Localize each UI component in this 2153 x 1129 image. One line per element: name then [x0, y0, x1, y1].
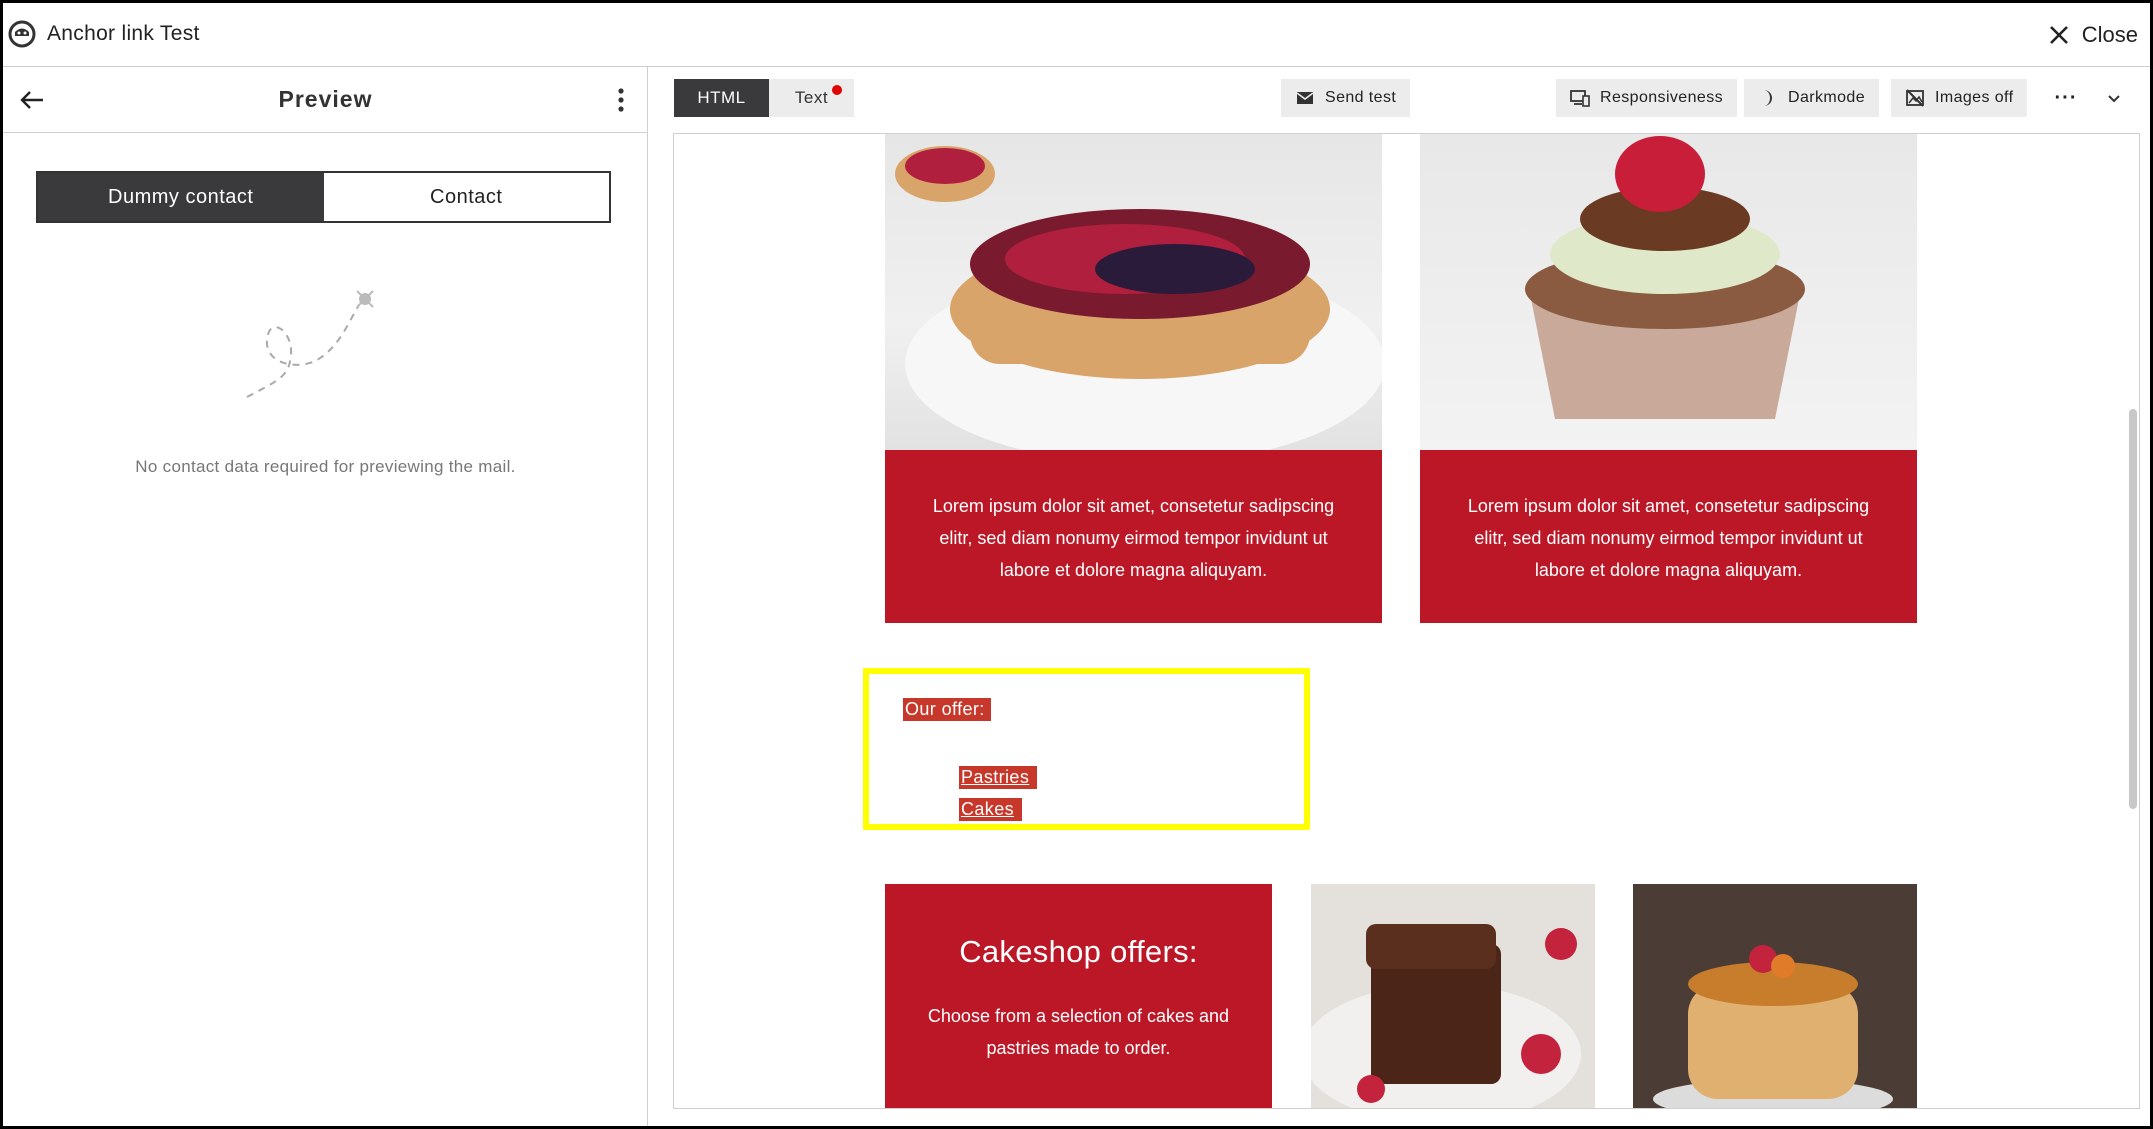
image-off-icon: [1906, 89, 1924, 107]
card-1-text: Lorem ipsum dolor sit amet, consetetur s…: [932, 496, 1335, 580]
contact-toggle: Dummy contact Contact: [36, 171, 611, 223]
anchor-highlight-box: Our offer: Pastries Cakes: [863, 668, 1310, 830]
cakeshop-text: Choose from a selection of cakes and pas…: [927, 1006, 1230, 1058]
chevron-down-icon: [2108, 95, 2120, 103]
send-test-button[interactable]: Send test: [1281, 79, 1411, 117]
darkmode-label: Darkmode: [1788, 89, 1866, 106]
description-card-1: Lorem ipsum dolor sit amet, consetetur s…: [885, 450, 1382, 623]
cakeshop-title: Cakeshop offers:: [959, 934, 1198, 969]
more-options-button[interactable]: ···: [2049, 81, 2083, 115]
send-test-label: Send test: [1325, 89, 1397, 106]
berry-tart-illustration: [895, 146, 1382, 450]
berry-tart-image: [885, 134, 1382, 450]
brownie-image: [1311, 884, 1595, 1108]
sidebar-header: Preview: [3, 67, 648, 133]
close-icon: [2049, 26, 2068, 44]
empty-state-illustration: [246, 290, 374, 398]
dummy-contact-toggle[interactable]: Dummy contact: [38, 173, 324, 221]
email-preview[interactable]: Lorem ipsum dolor sit amet, consetetur s…: [673, 133, 2140, 1109]
responsiveness-label: Responsiveness: [1600, 89, 1723, 106]
close-button[interactable]: Close: [2048, 15, 2138, 55]
preview-scrollbar[interactable]: [2129, 409, 2137, 809]
window-title: Anchor link Test: [47, 22, 200, 45]
more-vertical-icon[interactable]: [616, 87, 626, 113]
brownie-illustration: [1311, 924, 1581, 1108]
pancakes-illustration: [1653, 945, 1893, 1108]
anchor-link-pastries[interactable]: Pastries: [959, 766, 1038, 789]
moon-icon: [1764, 90, 1772, 106]
description-card-2: Lorem ipsum dolor sit amet, consetetur s…: [1420, 450, 1917, 623]
contact-toggle-option[interactable]: Contact: [323, 173, 609, 221]
tab-html[interactable]: HTML: [674, 79, 769, 117]
darkmode-button[interactable]: Darkmode: [1744, 79, 1880, 117]
tab-text[interactable]: Text: [769, 79, 854, 117]
notification-dot-icon: [832, 85, 842, 95]
offer-label: Our offer:: [903, 698, 991, 721]
tab-text-label: Text: [794, 88, 829, 107]
preview-sidebar: Preview Dummy contact Contact No contact…: [3, 67, 648, 1126]
close-label: Close: [2081, 22, 2138, 47]
expand-button[interactable]: [2097, 81, 2131, 115]
cupcake-image: [1420, 134, 1917, 450]
images-off-label: Images off: [1935, 89, 2014, 106]
title-bar: Anchor link Test Close: [3, 3, 2150, 67]
mail-icon: [1296, 92, 1314, 104]
pancakes-image: [1633, 884, 1917, 1108]
sidebar-title: Preview: [278, 86, 373, 112]
empty-state-message: No contact data required for previewing …: [135, 457, 516, 476]
responsiveness-button[interactable]: Responsiveness: [1556, 79, 1737, 117]
cakeshop-card: Cakeshop offers: Choose from a selection…: [885, 884, 1272, 1108]
devices-icon: [1570, 90, 1590, 107]
app-logo-icon: [8, 20, 36, 48]
card-2-text: Lorem ipsum dolor sit amet, consetetur s…: [1467, 496, 1870, 580]
images-off-button[interactable]: Images off: [1891, 79, 2028, 117]
anchor-link-cakes[interactable]: Cakes: [959, 798, 1023, 821]
cupcake-illustration: [1525, 136, 1805, 419]
